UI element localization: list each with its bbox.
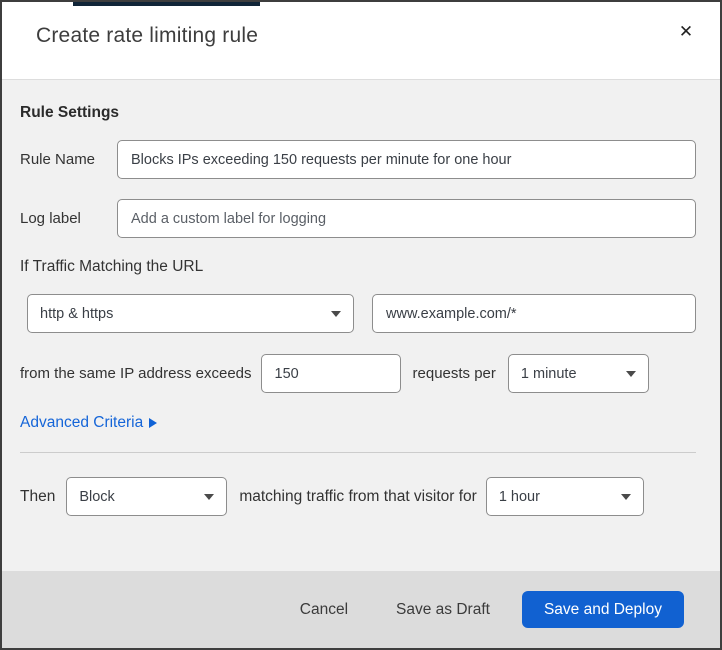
chevron-down-icon (331, 310, 341, 317)
scheme-select[interactable]: http & https (27, 294, 354, 333)
then-row: Then Block matching traffic from that vi… (20, 477, 696, 516)
log-label-label: Log label (20, 210, 81, 227)
rule-name-label: Rule Name (20, 151, 96, 168)
dialog-header: Create rate limiting rule ✕ (2, 2, 720, 80)
url-input[interactable] (372, 294, 696, 333)
traffic-match-intro: If Traffic Matching the URL (20, 258, 204, 275)
threshold-input[interactable] (260, 354, 401, 393)
save-and-deploy-button[interactable]: Save and Deploy (521, 591, 684, 628)
dialog-title: Create rate limiting rule (36, 24, 259, 47)
threshold-row: from the same IP address exceeds request… (20, 354, 696, 393)
then-middle-text: matching traffic from that visitor for (239, 487, 477, 505)
duration-select[interactable]: 1 hour (485, 477, 644, 516)
chevron-down-icon (204, 493, 215, 500)
period-select[interactable]: 1 minute (507, 354, 649, 393)
dialog-footer: Cancel Save as Draft Save and Deploy (2, 571, 720, 648)
advanced-criteria-label: Advanced Criteria (20, 414, 144, 431)
threshold-text: from the same IP address exceeds (20, 365, 252, 382)
then-label: Then (20, 487, 56, 505)
chevron-down-icon (620, 493, 631, 500)
log-label-input[interactable] (117, 199, 696, 238)
action-select-value: Block (79, 488, 115, 505)
duration-select-value: 1 hour (498, 488, 540, 505)
close-icon[interactable]: ✕ (672, 18, 700, 46)
section-divider (20, 452, 696, 453)
dialog-body: Rule Settings Rule Name Log label If Tra… (2, 80, 720, 571)
cancel-button[interactable]: Cancel (296, 593, 352, 627)
rule-settings-heading: Rule Settings (20, 104, 120, 121)
scheme-url-row: http & https (27, 294, 696, 333)
rule-name-input[interactable] (117, 140, 696, 179)
create-rate-limiting-rule-dialog: Create rate limiting rule ✕ Rule Setting… (0, 0, 722, 650)
rule-name-row: Rule Name (20, 140, 696, 179)
save-as-draft-button[interactable]: Save as Draft (392, 593, 494, 627)
top-accent-strip (73, 2, 260, 6)
log-label-row: Log label (20, 199, 696, 238)
expand-arrow-icon (149, 418, 158, 428)
period-select-value: 1 minute (520, 365, 577, 382)
action-select[interactable]: Block (66, 477, 228, 516)
scheme-select-value: http & https (40, 305, 114, 322)
advanced-criteria-link[interactable]: Advanced Criteria (20, 414, 158, 432)
requests-per-text: requests per (412, 365, 496, 382)
chevron-down-icon (625, 370, 636, 377)
